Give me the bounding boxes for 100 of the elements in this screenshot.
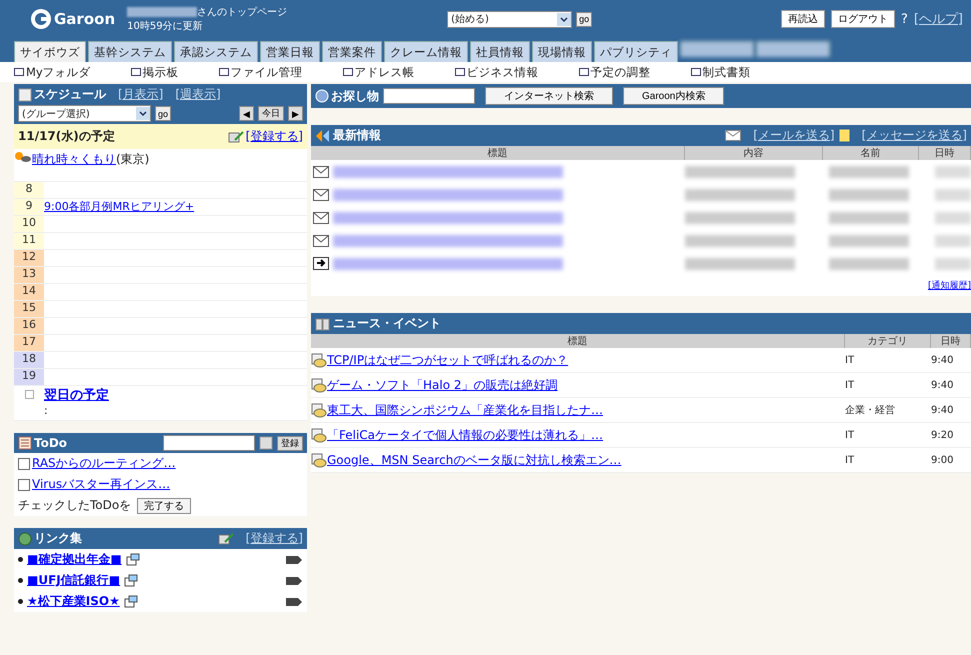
go-button[interactable]: go	[155, 106, 172, 121]
add-button[interactable]: 登録	[277, 436, 303, 450]
news-link[interactable]: TCP/IPはなぜ二つがセットで呼ばれるのか？	[327, 352, 568, 368]
todo-link[interactable]: RASからのルーティング…	[32, 455, 176, 472]
bullet-icon	[18, 557, 23, 562]
category-cell-text: IT	[845, 454, 856, 466]
column-header: 日時	[919, 146, 971, 160]
category-cell-text: IT	[845, 430, 856, 440]
weather-link[interactable]: 晴れ時々くもり	[32, 151, 116, 168]
go-button[interactable]: go	[576, 12, 592, 26]
hour-label: 15	[14, 301, 44, 317]
today-button[interactable]: 今日	[258, 106, 284, 121]
search-button[interactable]: インターネット検索	[485, 87, 613, 105]
globe-icon	[315, 89, 329, 103]
detail-tag-icon[interactable]	[285, 596, 303, 606]
week-view-link[interactable]: [週表示]	[175, 86, 221, 103]
app-link[interactable]: ファイル管理	[218, 64, 303, 80]
todo-link[interactable]: Virusバスター再インス…	[32, 476, 170, 493]
category-cell-text: IT	[845, 380, 856, 390]
previous-button[interactable]: ◀	[239, 106, 254, 121]
menu-select[interactable]: (始める)	[447, 10, 572, 28]
calendar-icon[interactable]	[259, 436, 273, 450]
app-link[interactable]: Myフォルダ	[14, 64, 91, 80]
month-view-link[interactable]: [月表示]	[118, 86, 164, 103]
arrows-icon	[315, 128, 331, 142]
blurred-text	[935, 188, 971, 200]
more-mark: :	[44, 404, 49, 417]
calendar-icon	[18, 88, 32, 102]
column-header: 標題	[311, 334, 845, 348]
new-window-icon[interactable]	[124, 574, 138, 587]
app-link[interactable]: 制式書類	[690, 64, 751, 80]
tab[interactable]: 現場情報	[532, 41, 592, 62]
news-link[interactable]: 「FeliCaケータイで個人情報の必要性は薄れる」…	[327, 426, 604, 444]
news-link[interactable]: Google、MSN Searchのベータ版に対抗し検索エン…	[327, 452, 622, 468]
help-link[interactable]: [ヘルプ]	[914, 10, 963, 28]
page-title: さんのトップページ	[197, 6, 288, 19]
next-day-link[interactable]: 翌日の予定	[44, 386, 307, 404]
weather-icon	[14, 151, 32, 163]
link-item[interactable]: ■UFJ信託銀行■	[27, 572, 120, 589]
complete-button[interactable]: 完了する	[137, 498, 192, 514]
column-header: 日時	[931, 334, 971, 348]
todo-input[interactable]	[163, 435, 255, 451]
checkbox[interactable]	[18, 478, 30, 490]
latest-title: 最新情報	[315, 127, 381, 144]
new-window-icon[interactable]	[126, 553, 140, 566]
dropdown-icon[interactable]	[136, 107, 150, 120]
link-item[interactable]: ■確定拠出年金■	[27, 551, 122, 568]
send-message-link[interactable]: [メッセージを送る]	[862, 127, 967, 144]
tab[interactable]: 承認システム	[174, 41, 258, 62]
detail-tag-icon[interactable]	[285, 576, 303, 586]
todo-title: ToDo	[18, 436, 68, 450]
folder-icon	[311, 352, 327, 368]
folder-icon	[311, 378, 327, 392]
time-cell-text: 9:40	[931, 354, 954, 366]
event-link[interactable]: 9:00各部月例MRヒアリング+	[44, 200, 194, 213]
book-icon	[315, 316, 331, 330]
tab[interactable]: サイボウズ	[14, 41, 86, 62]
history-link[interactable]: [通知履歴]	[928, 281, 971, 291]
hour-label: 8	[14, 182, 44, 198]
tab[interactable]: 営業案件	[322, 41, 382, 62]
hour-label: 17	[14, 335, 44, 351]
blurred-text	[935, 212, 971, 224]
blurred-text	[935, 166, 971, 178]
detail-tag-icon[interactable]	[285, 554, 303, 564]
date-heading: 11/17(水)の予定	[18, 128, 115, 145]
search-input[interactable]	[383, 88, 475, 104]
new-window-icon[interactable]	[124, 595, 138, 608]
dropdown-icon[interactable]	[557, 12, 572, 26]
tab[interactable]: 社員情報	[470, 41, 530, 62]
send-mail-link[interactable]: [メールを送る]	[753, 127, 835, 144]
news-link[interactable]: 東工大、国際シンポジウム「産業化を目指したナ…	[327, 402, 603, 418]
header-button[interactable]: 再読込	[780, 10, 825, 28]
hour-label: 12	[14, 250, 44, 266]
app-link[interactable]: ビジネス情報	[454, 64, 539, 80]
tab[interactable]: 基幹システム	[88, 41, 172, 62]
todo-footer-text: チェックしたToDoを	[18, 497, 132, 514]
news-link[interactable]: ゲーム・ソフト「Halo 2」の販売は絶好調	[327, 376, 558, 394]
folder-icon	[311, 428, 327, 442]
header-button[interactable]: ログアウト	[830, 10, 895, 28]
register-link[interactable]: [登録する]	[246, 128, 303, 145]
app-link[interactable]: 掲示板	[130, 64, 179, 80]
time-cell-text: 9:40	[931, 380, 954, 390]
group-select[interactable]: (グループ選択)	[18, 105, 151, 122]
logo[interactable]: Garoon	[30, 8, 116, 30]
pencil-icon	[218, 532, 234, 544]
app-link[interactable]: アドレス帳	[342, 64, 415, 80]
next-button[interactable]: ▶	[288, 106, 303, 121]
time-cell-text: 9:40	[931, 404, 954, 416]
column-header: 名前	[823, 146, 919, 160]
tab[interactable]: 営業日報	[260, 41, 320, 62]
search-button[interactable]: Garoon内検索	[623, 87, 724, 105]
register-link[interactable]: [登録する]	[246, 530, 303, 547]
news-title: ニュース・イベント	[315, 315, 441, 332]
schedule-title: スケジュール	[18, 86, 106, 103]
app-link[interactable]: 予定の調整	[578, 64, 651, 80]
link-item[interactable]: ★松下産業ISO★	[27, 593, 120, 610]
tab[interactable]: パブリシティ	[594, 41, 678, 62]
checkbox[interactable]	[18, 458, 30, 470]
tab[interactable]: クレーム情報	[384, 41, 468, 62]
memo-icon	[838, 129, 850, 142]
